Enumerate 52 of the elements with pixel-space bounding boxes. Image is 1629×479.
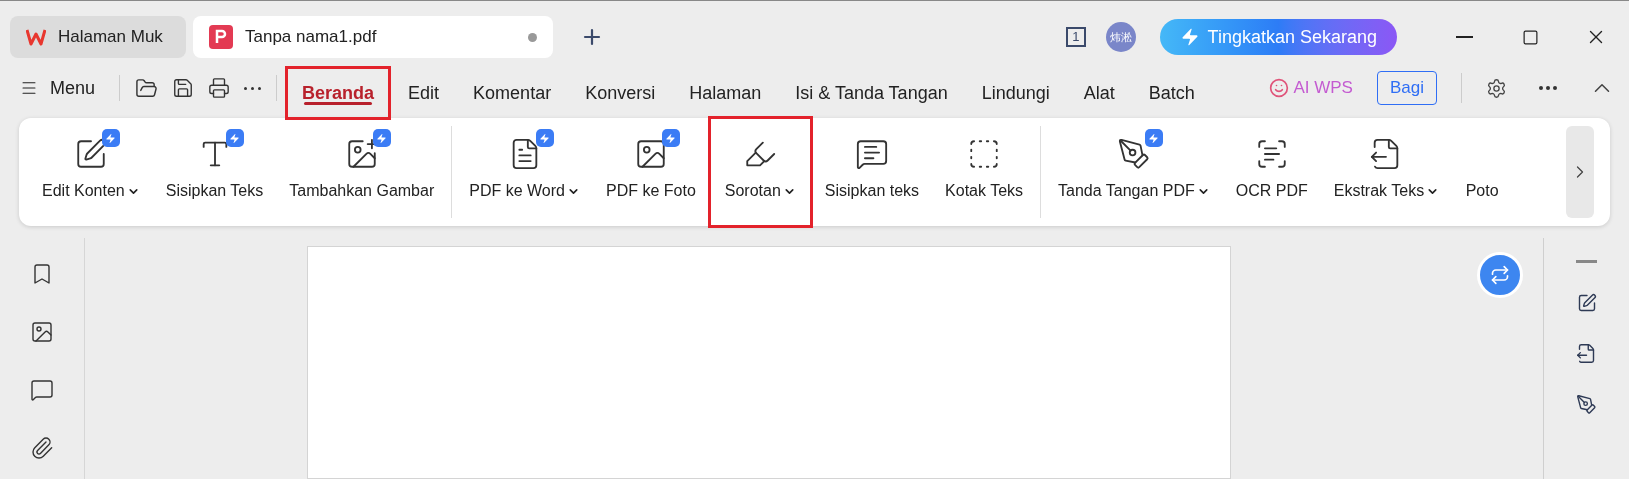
ribbon-tool[interactable]: OCR PDF bbox=[1224, 116, 1319, 228]
lightning-badge-icon bbox=[372, 129, 391, 147]
file-output-icon bbox=[1576, 343, 1597, 364]
tab-title: Halaman Muk bbox=[58, 26, 163, 49]
tab-title: Tanpa nama1.pdf bbox=[245, 26, 377, 49]
ribbon-tool[interactable]: Sorotan bbox=[707, 116, 813, 228]
page-count-icon[interactable]: 1 bbox=[1066, 27, 1086, 47]
attachment-button[interactable] bbox=[30, 436, 54, 460]
settings-icon bbox=[1486, 77, 1507, 99]
edit-button[interactable] bbox=[1576, 293, 1597, 313]
dash-icon bbox=[1576, 260, 1597, 263]
menu-button[interactable]: Menu bbox=[20, 74, 112, 102]
minimize-icon bbox=[1455, 36, 1473, 38]
folder-icon bbox=[135, 76, 159, 100]
file-export-button[interactable] bbox=[1576, 343, 1597, 364]
printer-icon bbox=[208, 77, 231, 99]
ribbon-tool[interactable]: Poto bbox=[1454, 116, 1511, 228]
comment-button[interactable] bbox=[30, 378, 54, 402]
more-icon bbox=[1539, 86, 1557, 90]
smiley-icon bbox=[1269, 78, 1290, 98]
lightning-badge-icon bbox=[225, 129, 244, 147]
lightning-badge-icon bbox=[535, 129, 554, 147]
convert-icon bbox=[1490, 265, 1510, 285]
ribbon-tool[interactable]: Ekstrak Teks bbox=[1322, 116, 1451, 228]
share-button[interactable]: Bagi bbox=[1376, 71, 1437, 105]
pen-nib-icon bbox=[1576, 394, 1597, 415]
menu-icon bbox=[20, 79, 38, 97]
pdf-logo-icon bbox=[209, 25, 233, 49]
document-tab[interactable]: Tanpa nama1.pdf bbox=[193, 16, 553, 58]
lightning-badge-icon bbox=[101, 129, 120, 147]
save-icon bbox=[172, 77, 195, 99]
speech-bubble-icon bbox=[30, 378, 54, 402]
more-button[interactable] bbox=[1539, 86, 1557, 90]
image-icon bbox=[30, 320, 54, 344]
more-icon bbox=[244, 86, 262, 90]
ribbon-tab[interactable]: Beranda bbox=[285, 66, 392, 120]
sign-button[interactable] bbox=[1576, 394, 1597, 415]
upgrade-button[interactable]: Tingkatkan Sekarang bbox=[1159, 19, 1397, 55]
document-tab[interactable]: Halaman Muk bbox=[10, 16, 186, 58]
pencil-square-icon bbox=[1576, 293, 1597, 313]
paperclip-icon bbox=[30, 436, 54, 460]
settings-button[interactable] bbox=[1486, 77, 1507, 99]
ribbon-tool[interactable]: Edit Konten bbox=[31, 116, 151, 228]
ribbon-tool[interactable]: Sisipkan Teks bbox=[154, 116, 275, 228]
message-text-icon bbox=[854, 137, 889, 171]
pen-nib-icon bbox=[1116, 137, 1151, 171]
lightning-badge-icon bbox=[661, 129, 680, 147]
convert-to-word-button[interactable] bbox=[1477, 252, 1523, 298]
image-button[interactable] bbox=[30, 320, 54, 344]
logo-icon bbox=[26, 28, 46, 46]
maximize-icon bbox=[1521, 28, 1539, 46]
lightning-badge-icon bbox=[1144, 129, 1163, 147]
